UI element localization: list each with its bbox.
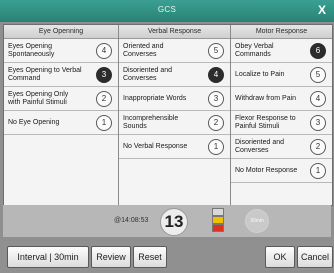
verbal-response-column: Verbal Response Oriented and Converses 5… <box>119 25 231 205</box>
option-label: Eyes Opening to Verbal Command <box>8 66 82 82</box>
status-bar: @14:08:53 13 30min <box>3 205 331 237</box>
interval-indicator: 30min <box>245 209 269 233</box>
cancel-button[interactable]: Cancel <box>297 246 333 268</box>
score-circle[interactable]: 1 <box>208 139 224 155</box>
eye-option-4[interactable]: Eyes Opening Spontaneously 4 <box>4 39 118 63</box>
score-circle-selected[interactable]: 4 <box>208 67 224 83</box>
option-label: No Verbal Response <box>123 142 188 150</box>
score-circle[interactable]: 3 <box>208 91 224 107</box>
verbal-option-4[interactable]: Disoriented and Converses 4 <box>119 63 230 87</box>
option-label: No Eye Opening <box>8 118 60 126</box>
option-label: Eyes Opening Only with Painful Stimuli <box>8 90 69 106</box>
score-circle[interactable]: 2 <box>310 139 326 155</box>
gcs-dialog: GCS X Eye Openning Eyes Opening Spontane… <box>0 0 334 273</box>
score-circle-selected[interactable]: 3 <box>96 67 112 83</box>
ok-button[interactable]: OK <box>265 246 295 268</box>
close-icon[interactable]: X <box>318 3 326 17</box>
eye-option-1[interactable]: No Eye Opening 1 <box>4 111 118 135</box>
status-flag-red <box>212 224 224 232</box>
score-circle[interactable]: 1 <box>310 163 326 179</box>
status-flag-gray <box>212 208 224 216</box>
motor-option-4[interactable]: Withdraw from Pain 4 <box>231 87 332 111</box>
option-label: Inappropriate Words <box>123 94 187 102</box>
score-circle-selected[interactable]: 6 <box>310 43 326 59</box>
eye-opening-header: Eye Openning <box>4 25 118 39</box>
option-label: Obey Verbal Commands <box>235 42 274 58</box>
option-label: Disoriented and Converses <box>123 66 173 82</box>
eye-opening-column: Eye Openning Eyes Opening Spontaneously … <box>4 25 119 205</box>
dialog-title: GCS <box>157 5 177 14</box>
option-label: Flexor Response to Painful Stimuli <box>235 114 296 130</box>
verbal-option-3[interactable]: Inappropriate Words 3 <box>119 87 230 111</box>
verbal-response-header: Verbal Response <box>119 25 230 39</box>
score-circle[interactable]: 4 <box>310 91 326 107</box>
score-circle[interactable]: 4 <box>96 43 112 59</box>
score-circle[interactable]: 5 <box>310 67 326 83</box>
score-circle[interactable]: 2 <box>96 91 112 107</box>
option-label: Withdraw from Pain <box>235 94 297 102</box>
verbal-option-1[interactable]: No Verbal Response 1 <box>119 135 230 159</box>
review-button[interactable]: Review <box>91 246 131 268</box>
score-circle[interactable]: 3 <box>310 115 326 131</box>
gcs-score-panel: Eye Openning Eyes Opening Spontaneously … <box>3 24 333 206</box>
motor-option-1[interactable]: No Motor Response 1 <box>231 159 332 183</box>
motor-response-header: Motor Response <box>231 25 332 39</box>
score-circle[interactable]: 2 <box>208 115 224 131</box>
score-circle[interactable]: 5 <box>208 43 224 59</box>
motor-option-5[interactable]: Localize to Pain 5 <box>231 63 332 87</box>
option-label: Incomprehensible Sounds <box>123 114 179 130</box>
eye-option-2[interactable]: Eyes Opening Only with Painful Stimuli 2 <box>4 87 118 111</box>
status-flag-yellow <box>212 216 224 224</box>
eye-option-3[interactable]: Eyes Opening to Verbal Command 3 <box>4 63 118 87</box>
measurement-time: @14:08:53 <box>114 217 149 224</box>
option-label: Disoriented and Converses <box>235 138 285 154</box>
total-score: 13 <box>160 208 188 236</box>
option-label: Eyes Opening Spontaneously <box>8 42 55 58</box>
score-circle[interactable]: 1 <box>96 115 112 131</box>
verbal-option-2[interactable]: Incomprehensible Sounds 2 <box>119 111 230 135</box>
motor-option-2[interactable]: Disoriented and Converses 2 <box>231 135 332 159</box>
interval-button[interactable]: Interval | 30min <box>7 246 89 268</box>
button-bar: Interval | 30min Review Reset OK Cancel <box>0 241 334 273</box>
motor-response-column: Motor Response Obey Verbal Commands 6 Lo… <box>231 25 332 205</box>
option-label: No Motor Response <box>235 166 298 174</box>
motor-option-6[interactable]: Obey Verbal Commands 6 <box>231 39 332 63</box>
option-label: Oriented and Converses <box>123 42 164 58</box>
reset-button[interactable]: Reset <box>133 246 167 268</box>
option-label: Localize to Pain <box>235 70 285 78</box>
title-bar: GCS X <box>0 0 334 22</box>
verbal-option-5[interactable]: Oriented and Converses 5 <box>119 39 230 63</box>
motor-option-3[interactable]: Flexor Response to Painful Stimuli 3 <box>231 111 332 135</box>
